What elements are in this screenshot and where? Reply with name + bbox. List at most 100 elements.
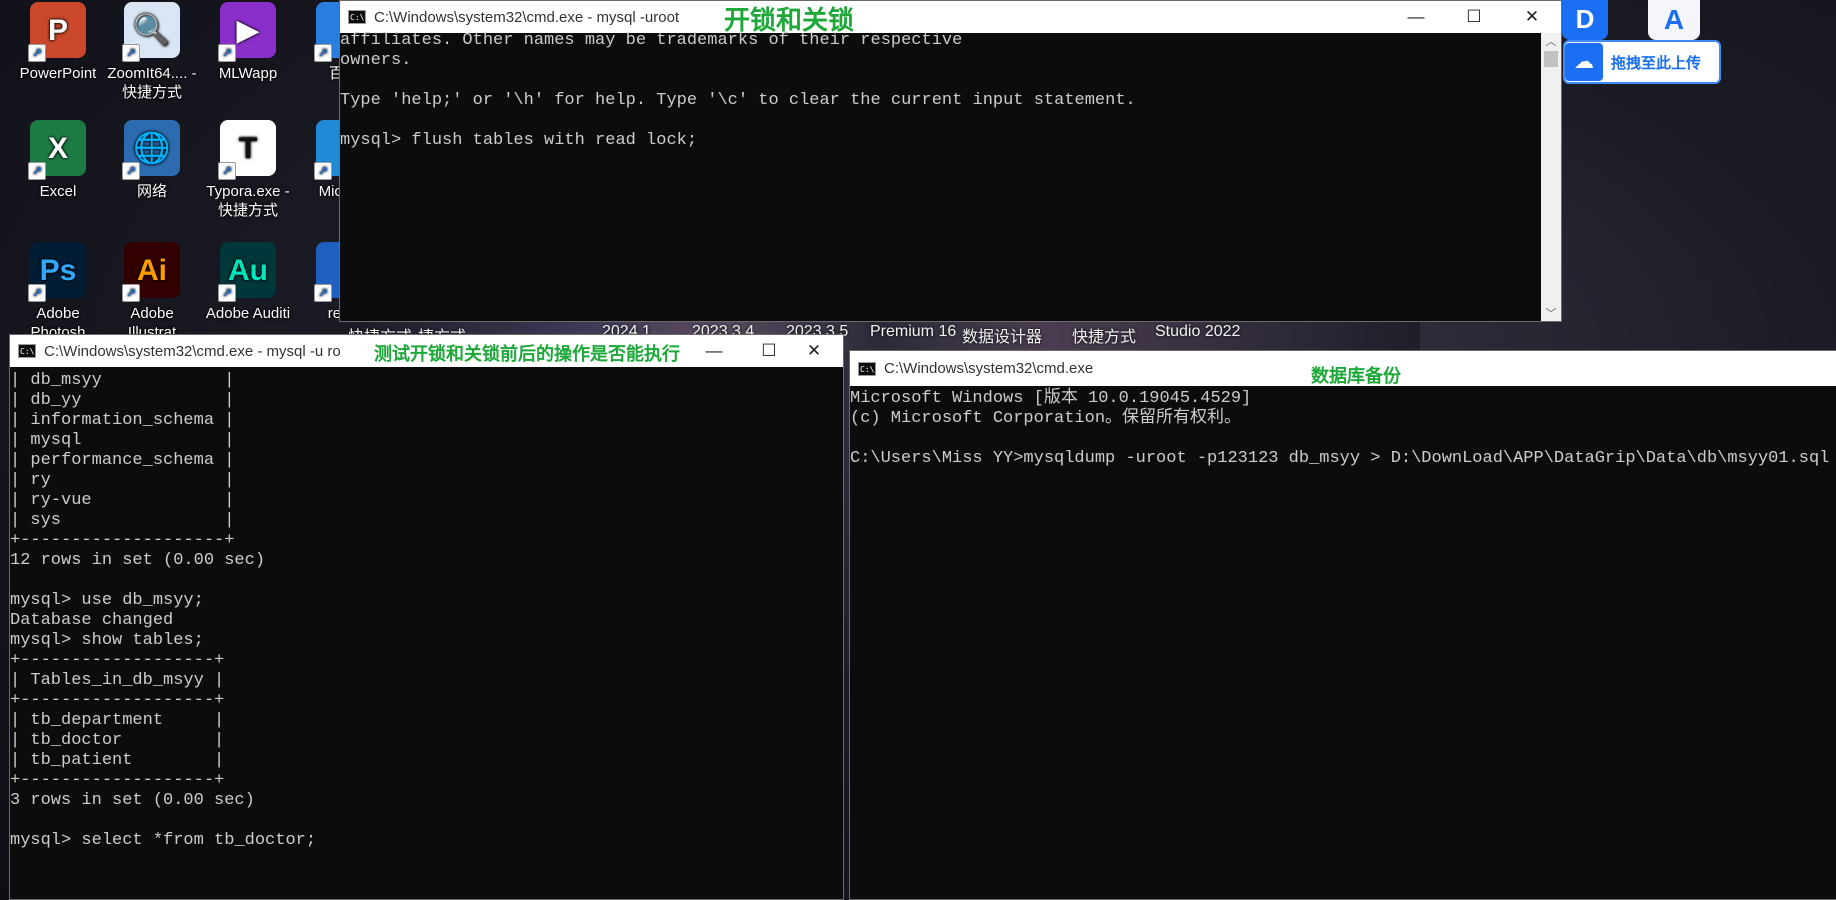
window-title: C:\Windows\system32\cmd.exe - mysql -u r… bbox=[44, 342, 341, 360]
terminal-line: mysql> select *from tb_doctor; bbox=[10, 831, 317, 850]
cmd-window-right[interactable]: C:\ C:\Windows\system32\cmd.exe Microsof… bbox=[849, 350, 1836, 900]
shortcut-arrow-icon: ↗ bbox=[28, 44, 46, 62]
shortcut-arrow-icon: ↗ bbox=[122, 162, 140, 180]
annotation-lock: 开锁和关锁 bbox=[724, 5, 855, 35]
cloud-icon: ☁ bbox=[1565, 43, 1603, 81]
terminal-line: Type 'help;' or '\h' for help. Type '\c'… bbox=[340, 91, 1136, 110]
desktop-icon[interactable]: Ps ↗ Adobe Photosh bbox=[12, 240, 104, 342]
minimize-button[interactable]: — bbox=[685, 335, 743, 367]
annotation-backup: 数据库备份 bbox=[1311, 366, 1401, 386]
shortcut-arrow-icon: ↗ bbox=[122, 44, 140, 62]
minimize-button[interactable]: — bbox=[1387, 1, 1445, 33]
terminal-line: +-------------------+ bbox=[10, 691, 225, 710]
terminal-line: Database changed bbox=[10, 611, 174, 630]
desktop-icon[interactable]: P ↗ PowerPoint bbox=[12, 0, 104, 83]
scroll-up-icon[interactable]: ︿ bbox=[1541, 33, 1561, 49]
app-icon: 🌐 ↗ bbox=[122, 120, 180, 180]
terminal-line: Microsoft Windows [版本 10.0.19045.4529] bbox=[850, 389, 1252, 408]
app-icon: 🔍 ↗ bbox=[122, 2, 180, 62]
desktop-icon-label: MLWapp bbox=[218, 65, 278, 82]
shortcut-arrow-icon: ↗ bbox=[218, 44, 236, 62]
icon-glyph: 🌐 bbox=[133, 131, 171, 165]
app-icon-blue[interactable]: D bbox=[1562, 0, 1608, 40]
terminal-line: | performance_schema | bbox=[10, 451, 235, 470]
terminal-line: 12 rows in set (0.00 sec) bbox=[10, 551, 266, 570]
strip-text: Premium 16 bbox=[870, 323, 957, 340]
terminal-line: +-------------------+ bbox=[10, 771, 225, 790]
desktop-icon-label: 网络 bbox=[136, 183, 167, 200]
terminal-line: | tb_department | bbox=[10, 711, 225, 730]
shortcut-arrow-icon: ↗ bbox=[122, 284, 140, 302]
strip-text: 数据设计器 bbox=[962, 329, 1043, 346]
app-icon: Ps ↗ bbox=[28, 242, 86, 302]
terminal-line: | db_yy | bbox=[10, 391, 235, 410]
terminal-line: | tb_patient | bbox=[10, 751, 225, 770]
terminal-line: +-------------------+ bbox=[10, 651, 225, 670]
window-titlebar[interactable]: C:\ C:\Windows\system32\cmd.exe - mysql … bbox=[340, 1, 1561, 33]
terminal-line: mysql> show tables; bbox=[10, 631, 204, 650]
app-icon: Au ↗ bbox=[218, 242, 276, 302]
terminal-output[interactable]: | db_msyy | | db_yy | | information_schema… bbox=[10, 371, 316, 851]
terminal-line: +--------------------+ bbox=[10, 531, 235, 550]
shortcut-arrow-icon: ↗ bbox=[28, 162, 46, 180]
scrollbar[interactable]: ︿ ﹀ bbox=[1541, 33, 1561, 321]
shortcut-arrow-icon: ↗ bbox=[218, 284, 236, 302]
app-icon-a[interactable]: A bbox=[1648, 0, 1700, 40]
terminal-line: mysql> use db_msyy; bbox=[10, 591, 204, 610]
terminal-line: | sys | bbox=[10, 511, 235, 530]
desktop-icon-label: ZoomIt64.... - 快捷方式 bbox=[107, 65, 197, 101]
cmd-icon: C:\ bbox=[858, 361, 876, 376]
terminal-line: | tb_doctor | bbox=[10, 731, 225, 750]
maximize-button[interactable]: ☐ bbox=[1445, 1, 1503, 33]
strip-text: Studio 2022 bbox=[1155, 323, 1241, 340]
terminal-line: owners. bbox=[340, 51, 412, 70]
desktop-icon-label: Excel bbox=[39, 183, 77, 200]
shortcut-arrow-icon: ↗ bbox=[218, 162, 236, 180]
icon-glyph: Ai bbox=[137, 253, 167, 287]
cloud-upload-label: 拖拽至此上传 bbox=[1611, 54, 1702, 72]
app-icon: Ai ↗ bbox=[122, 242, 180, 302]
icon-glyph: ▶ bbox=[236, 13, 260, 47]
terminal-line: | db_msyy | bbox=[10, 371, 235, 390]
terminal-line: | Tables_in_db_msyy | bbox=[10, 671, 225, 690]
desktop-icon-label: PowerPoint bbox=[19, 65, 97, 82]
close-button[interactable]: ✕ bbox=[785, 335, 843, 367]
terminal-line: mysql> flush tables with read lock; bbox=[340, 131, 698, 150]
terminal-line: | ry-vue | bbox=[10, 491, 235, 510]
desktop-icon[interactable]: Ai ↗ Adobe Illustrat bbox=[106, 240, 198, 342]
desktop-icon[interactable]: Au ↗ Adobe Auditi bbox=[202, 240, 294, 323]
desktop-icon[interactable]: 🌐 ↗ 网络 bbox=[106, 118, 198, 201]
desktop-icon[interactable]: 🔍 ↗ ZoomIt64.... - 快捷方式 bbox=[106, 0, 198, 102]
shortcut-arrow-icon: ↗ bbox=[28, 284, 46, 302]
cmd-window-left[interactable]: C:\ C:\Windows\system32\cmd.exe - mysql … bbox=[9, 334, 844, 900]
terminal-line: 3 rows in set (0.00 sec) bbox=[10, 791, 255, 810]
annotation-test: 测试开锁和关锁前后的操作是否能执行 bbox=[374, 344, 680, 364]
window-title: C:\Windows\system32\cmd.exe - mysql -uro… bbox=[374, 8, 680, 26]
window-title: C:\Windows\system32\cmd.exe bbox=[884, 360, 1094, 377]
desktop-icon-label: Typora.exe - 快捷方式 bbox=[206, 183, 290, 219]
scroll-down-icon[interactable]: ﹀ bbox=[1541, 305, 1561, 321]
app-icon: T ↗ bbox=[218, 120, 276, 180]
desktop-icon[interactable]: X ↗ Excel bbox=[12, 118, 104, 201]
scrollbar-thumb[interactable] bbox=[1544, 51, 1558, 67]
app-a-icon: A bbox=[1663, 4, 1685, 35]
desktop-icon[interactable]: ▶ ↗ MLWapp bbox=[202, 0, 294, 83]
cloud-upload-badge[interactable]: ☁ 拖拽至此上传 bbox=[1563, 40, 1721, 84]
app-icon: P ↗ bbox=[28, 2, 86, 62]
icon-glyph: P bbox=[47, 13, 68, 47]
desktop-icon[interactable]: T ↗ Typora.exe - 快捷方式 bbox=[202, 118, 294, 220]
close-button[interactable]: ✕ bbox=[1503, 1, 1561, 33]
terminal-output[interactable]: affiliates. Other names may be trademark… bbox=[340, 31, 1136, 151]
terminal-line: | ry | bbox=[10, 471, 235, 490]
cmd-icon: C:\ bbox=[348, 10, 366, 24]
cmd-window-top[interactable]: C:\ C:\Windows\system32\cmd.exe - mysql … bbox=[339, 0, 1562, 322]
icon-glyph: Au bbox=[228, 253, 268, 287]
shortcut-arrow-icon: ↗ bbox=[314, 284, 332, 302]
terminal-output[interactable]: Microsoft Windows [版本 10.0.19045.4529] (c… bbox=[850, 389, 1829, 469]
terminal-line: (c) Microsoft Corporation。保留所有权利。 bbox=[850, 409, 1242, 428]
app-icon: X ↗ bbox=[28, 120, 86, 180]
